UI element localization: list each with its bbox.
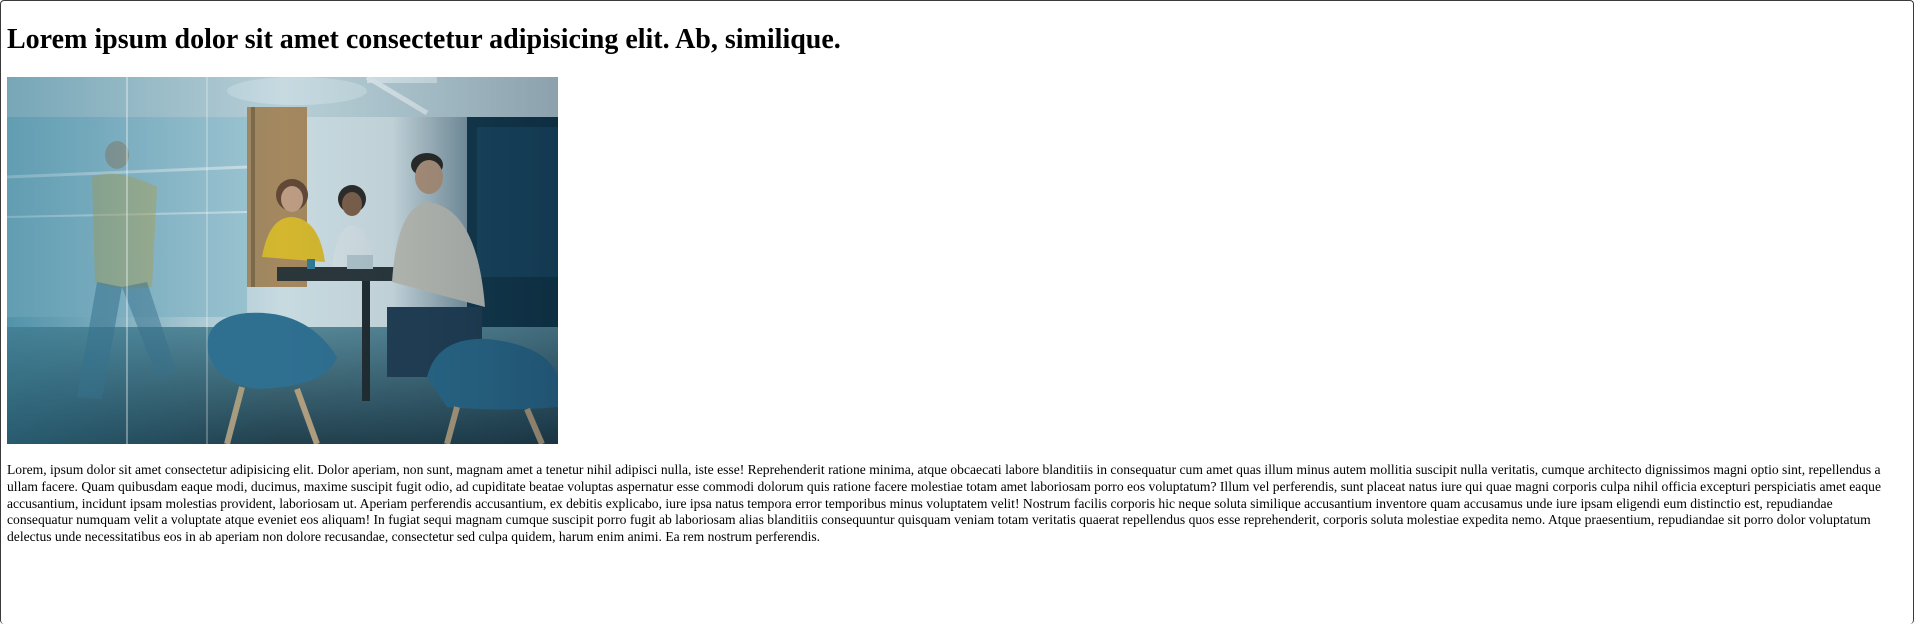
browser-viewport: Lorem ipsum dolor sit amet consectetur a… [0,0,1914,624]
page-heading: Lorem ipsum dolor sit amet consectetur a… [7,24,841,55]
office-meeting-photo [7,77,558,444]
page-content: Lorem ipsum dolor sit amet consectetur a… [7,1,1907,546]
body-paragraph: Lorem, ipsum dolor sit amet consectetur … [7,462,1881,545]
